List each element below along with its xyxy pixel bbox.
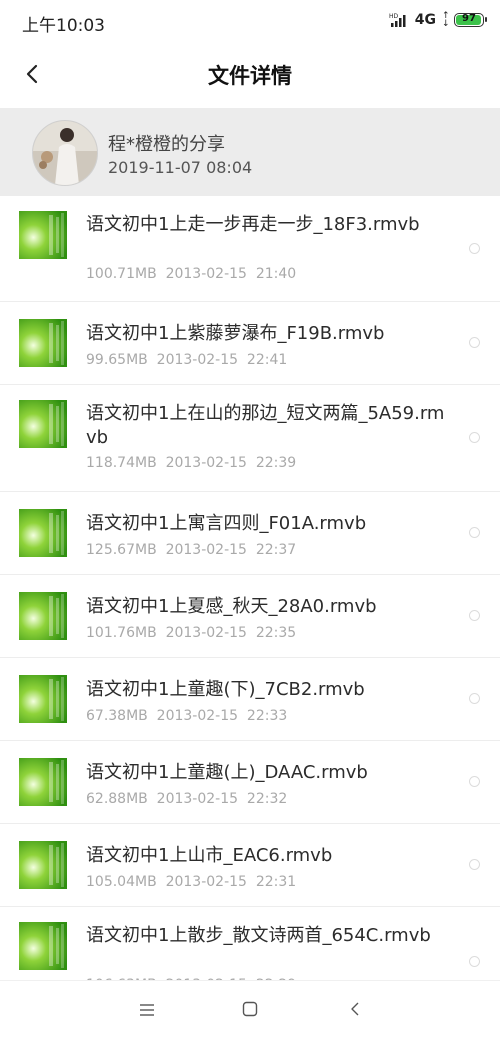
file-list: 语文初中1上走一步再走一步_18F3.rmvb 100.71MB 2013-02-… — [0, 196, 500, 1018]
select-radio[interactable] — [469, 337, 480, 348]
file-name: 语文初中1上散步_散文诗两首_654C.rmvb — [86, 925, 431, 946]
svg-text:HD: HD — [389, 13, 399, 20]
select-radio[interactable] — [469, 859, 480, 870]
file-list-item[interactable]: 语文初中1上山市_EAC6.rmvb 105.04MB 2013-02-15 22… — [0, 824, 500, 907]
battery-icon: 97 — [454, 13, 487, 27]
file-size-date: 101.76MB 2013-02-15 22:35 — [86, 625, 297, 641]
file-name: 语文初中1上童趣(上)_DAAC.rmvb — [86, 762, 368, 783]
file-size-date: 105.04MB 2013-02-15 22:31 — [86, 874, 297, 890]
file-name: 语文初中1上山市_EAC6.rmvb — [86, 845, 333, 866]
select-radio[interactable] — [469, 243, 480, 254]
menu-button[interactable] — [135, 999, 159, 1023]
status-time: 上午10:03 — [22, 16, 105, 36]
share-info-banner: 程*橙橙的分享 2019-11-07 08:04 — [0, 108, 500, 196]
header-bar: 文件详情 — [0, 44, 500, 108]
share-owner: 程*橙橙的分享 — [108, 134, 225, 155]
video-file-icon — [19, 922, 67, 970]
battery-tip — [485, 17, 487, 22]
file-size-date: 62.88MB 2013-02-15 22:32 — [86, 791, 288, 807]
file-name: 语文初中1上寓言四则_F01A.rmvb — [86, 513, 367, 534]
video-file-icon — [19, 319, 67, 367]
avatar[interactable] — [32, 120, 98, 186]
select-radio[interactable] — [469, 956, 480, 967]
battery-level: 97 — [462, 13, 476, 24]
system-nav-bar — [0, 980, 500, 1041]
signal-icon: HD — [389, 12, 409, 28]
select-radio[interactable] — [469, 776, 480, 787]
file-list-item[interactable]: 语文初中1上夏感_秋天_28A0.rmvb 101.76MB 2013-02-15… — [0, 575, 500, 658]
file-size-date: 100.71MB 2013-02-15 21:40 — [86, 266, 297, 282]
file-name: 语文初中1上紫藤萝瀑布_F19B.rmvb — [86, 323, 385, 344]
home-button[interactable] — [238, 999, 262, 1023]
file-list-item[interactable]: 语文初中1上寓言四则_F01A.rmvb 125.67MB 2013-02-15 … — [0, 492, 500, 575]
select-radio[interactable] — [469, 693, 480, 704]
file-size-date: 99.65MB 2013-02-15 22:41 — [86, 352, 288, 368]
file-list-item[interactable]: 语文初中1上走一步再走一步_18F3.rmvb 100.71MB 2013-02-… — [0, 196, 500, 302]
select-radio[interactable] — [469, 527, 480, 538]
video-file-icon — [19, 211, 67, 259]
menu-icon — [139, 1002, 155, 1021]
file-size-date: 118.74MB 2013-02-15 22:39 — [86, 455, 297, 471]
video-file-icon — [19, 592, 67, 640]
video-file-icon — [19, 509, 67, 557]
status-bar: 上午10:03 HD 4G ↑ ↓ 97 — [0, 0, 500, 44]
video-file-icon — [19, 400, 67, 448]
file-list-item[interactable]: 语文初中1上在山的那边_短文两篇_5A59.rmvb 118.74MB 2013-… — [0, 385, 500, 492]
file-name: 语文初中1上走一步再走一步_18F3.rmvb — [86, 214, 420, 235]
file-list-item[interactable]: 语文初中1上紫藤萝瀑布_F19B.rmvb 99.65MB 2013-02-15 … — [0, 302, 500, 385]
system-back-button[interactable] — [343, 999, 367, 1023]
file-list-item[interactable]: 语文初中1上童趣(上)_DAAC.rmvb 62.88MB 2013-02-15 … — [0, 741, 500, 824]
video-file-icon — [19, 841, 67, 889]
network-type: 4G — [414, 12, 436, 28]
select-radio[interactable] — [469, 432, 480, 443]
home-square-icon — [242, 1001, 258, 1021]
file-name: 语文初中1上童趣(下)_7CB2.rmvb — [86, 679, 365, 700]
file-name: 语文初中1上在山的那边_短文两篇_5A59.rmvb — [86, 403, 445, 448]
file-list-item[interactable]: 语文初中1上童趣(下)_7CB2.rmvb 67.38MB 2013-02-15 … — [0, 658, 500, 741]
select-radio[interactable] — [469, 610, 480, 621]
video-file-icon — [19, 675, 67, 723]
page-title: 文件详情 — [208, 64, 292, 88]
file-name: 语文初中1上夏感_秋天_28A0.rmvb — [86, 596, 377, 617]
status-indicators: HD 4G ↑ ↓ 97 — [389, 11, 487, 29]
file-size-date: 67.38MB 2013-02-15 22:33 — [86, 708, 288, 724]
share-datetime: 2019-11-07 08:04 — [108, 158, 253, 177]
data-arrows-icon: ↑ ↓ — [442, 11, 450, 29]
video-file-icon — [19, 758, 67, 806]
back-triangle-icon — [349, 1001, 361, 1021]
file-size-date: 125.67MB 2013-02-15 22:37 — [86, 542, 297, 558]
